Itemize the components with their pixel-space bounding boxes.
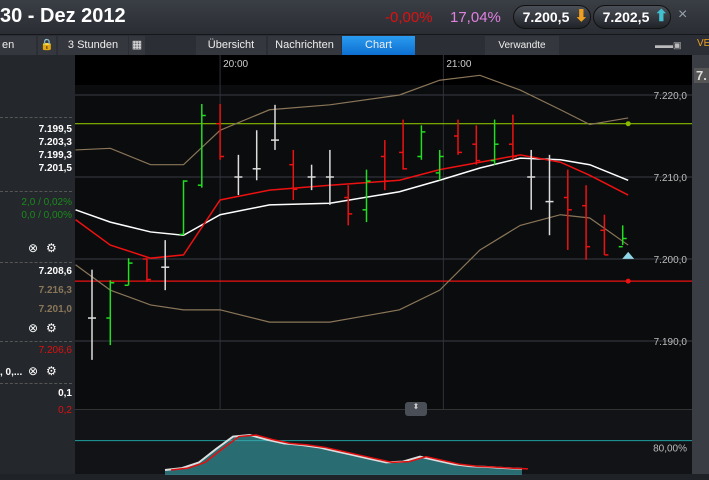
ohlc-bar (289, 149, 298, 200)
upper_level-marker (625, 121, 631, 127)
x-tick-label: 21:00 (446, 59, 471, 70)
y-tick-label: 7.200,0 (654, 255, 688, 266)
last-price-marker-icon (622, 251, 635, 259)
open-value: 7.199,5 (38, 124, 72, 135)
ohlc-bar (325, 149, 334, 205)
change-abs: 2,0 / 0,02% (21, 197, 72, 208)
remove-indicator-icon[interactable]: ⊗ (28, 241, 38, 255)
ohlc-bar (161, 240, 170, 291)
tab-related[interactable]: Verwandte (485, 36, 559, 55)
ohlc-bar (142, 258, 151, 282)
panel-resize-handle[interactable]: ⬍ (405, 402, 427, 416)
ohlc-bar (252, 130, 261, 181)
ohlc-bar (417, 125, 426, 160)
arrow-up-icon: ⬆ (654, 8, 668, 25)
oscillator-svg: 80,00% (75, 434, 692, 475)
ma-value: 7.206,6 (38, 345, 72, 356)
tab-chart[interactable]: Chart (342, 36, 415, 55)
x-tick-label: 20:00 (223, 59, 248, 70)
toolbar-partial-button[interactable]: en (0, 36, 36, 55)
ohlc-bar (344, 185, 353, 226)
ohlc-bar (106, 280, 115, 346)
y-tick-label: 7.190,0 (654, 337, 688, 348)
lower_band-series (75, 214, 629, 323)
lock-icon[interactable]: 🔒 (38, 36, 56, 55)
ohlc-bar (435, 149, 444, 181)
gear-icon[interactable]: ⚙ (46, 321, 57, 335)
ohlc-bar (508, 114, 517, 160)
edge-label: VE (697, 38, 709, 49)
calendar-icon[interactable]: ▦ (129, 36, 145, 55)
ohlc-bar (399, 119, 408, 170)
close-value: 7.201,5 (38, 163, 72, 174)
scrollbar[interactable] (692, 55, 709, 474)
ohlc-bar (563, 169, 572, 250)
ohlc-bar (234, 154, 243, 196)
top-right-price: 7. (694, 68, 709, 83)
ohlc-bar (380, 140, 389, 191)
tab-overview[interactable]: Übersicht (196, 36, 266, 55)
ohlc-bar (490, 119, 499, 165)
ask-price: 7.202,5 (602, 9, 650, 25)
change-zero: 0,0 / 0,00% (21, 210, 72, 221)
y-tick-label: 7.220,0 (654, 91, 688, 102)
ohlc-bar (197, 104, 206, 188)
lower_level-marker (625, 278, 631, 284)
ohlc-bar (216, 104, 225, 160)
bollinger-lower: 7.201,0 (38, 304, 72, 315)
window-controls-icon[interactable]: ▬▬▣ (655, 40, 682, 51)
instrument-title: 30 - Dez 2012 (0, 5, 126, 27)
high-value: 7.203,3 (38, 137, 72, 148)
gear-icon[interactable]: ⚙ (46, 241, 57, 255)
time-axis-band (75, 55, 692, 85)
bid-button[interactable]: 7.200,5 ⬇ (513, 5, 591, 29)
tab-news[interactable]: Nachrichten (268, 36, 341, 55)
close-icon[interactable]: × (678, 6, 687, 24)
price-chart[interactable]: 7.220,0 7.210,0 7.200,0 7.190,0 20:00 21:00 (75, 55, 692, 409)
change-percent: -0,00% (385, 9, 433, 26)
remove-indicator-icon[interactable]: ⊗ (28, 364, 38, 378)
low-value: 7.199,3 (38, 150, 72, 161)
ohlc-bar (582, 185, 591, 260)
volatility-percent: 17,04% (450, 9, 501, 26)
osc-value-2: 0,2 (58, 405, 72, 416)
bid-price: 7.200,5 (522, 9, 570, 25)
upper_band-series (75, 74, 629, 166)
chart-svg: 7.220,0 7.210,0 7.200,0 7.190,0 20:00 21:00 (75, 55, 692, 409)
ohlc-bar (545, 154, 554, 236)
osc-params: , 0,... (0, 367, 23, 378)
ohlc-bar (271, 104, 279, 150)
osc-level-label: 80,00% (653, 444, 687, 455)
ma_fast-series (75, 154, 629, 259)
osc-value-1: 0,1 (58, 388, 72, 399)
interval-select[interactable]: 3 Stunden (58, 36, 128, 55)
y-tick-label: 7.210,0 (654, 173, 688, 184)
gear-icon[interactable]: ⚙ (46, 364, 57, 378)
arrow-down-icon: ⬇ (574, 8, 588, 25)
bollinger-mid: 7.208,6 (38, 266, 72, 277)
indicator-panel: 7.199,5 7.203,3 7.199,3 7.201,5 2,0 / 0,… (0, 55, 75, 474)
bollinger-upper: 7.216,3 (38, 285, 72, 296)
ohlc-bar (600, 214, 609, 256)
ohlc-bar (179, 180, 188, 236)
remove-indicator-icon[interactable]: ⊗ (28, 321, 38, 335)
ohlc-bar (88, 269, 96, 360)
ma_slow-series (75, 157, 629, 236)
ohlc-bar (472, 125, 481, 165)
ask-button[interactable]: 7.202,5 ⬆ (593, 5, 671, 29)
oscillator-panel: 80,00% ⬍ (75, 402, 692, 475)
ohlc-bar (454, 119, 462, 155)
